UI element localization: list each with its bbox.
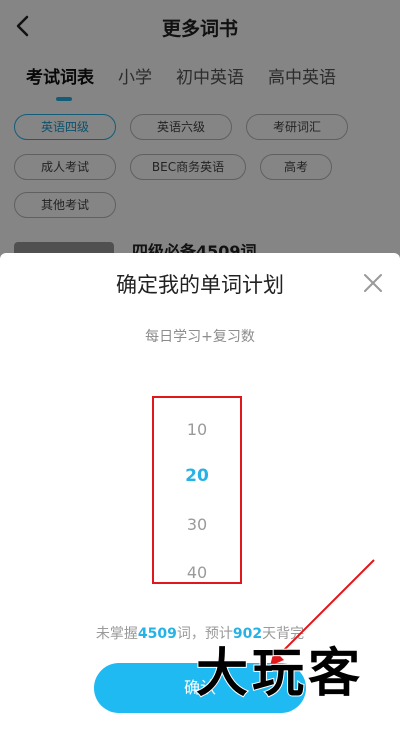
picker-option[interactable]: 40	[154, 563, 240, 582]
picker-option[interactable]: 10	[154, 420, 240, 439]
unmastered-word-count: 4509	[137, 626, 177, 642]
daily-count-picker[interactable]: 10 20 30 40	[152, 396, 242, 584]
sheet-title: 确定我的单词计划	[116, 273, 284, 297]
picker-option[interactable]: 30	[154, 515, 240, 534]
watermark-logo: 大玩客	[195, 638, 392, 710]
estimate-prefix: 未掌握	[95, 626, 138, 642]
watermark-text: 大玩客	[195, 643, 365, 705]
close-icon[interactable]	[360, 270, 386, 296]
picker-option-selected[interactable]: 20	[154, 466, 240, 486]
sheet-subtitle: 每日学习+复习数	[145, 329, 255, 345]
